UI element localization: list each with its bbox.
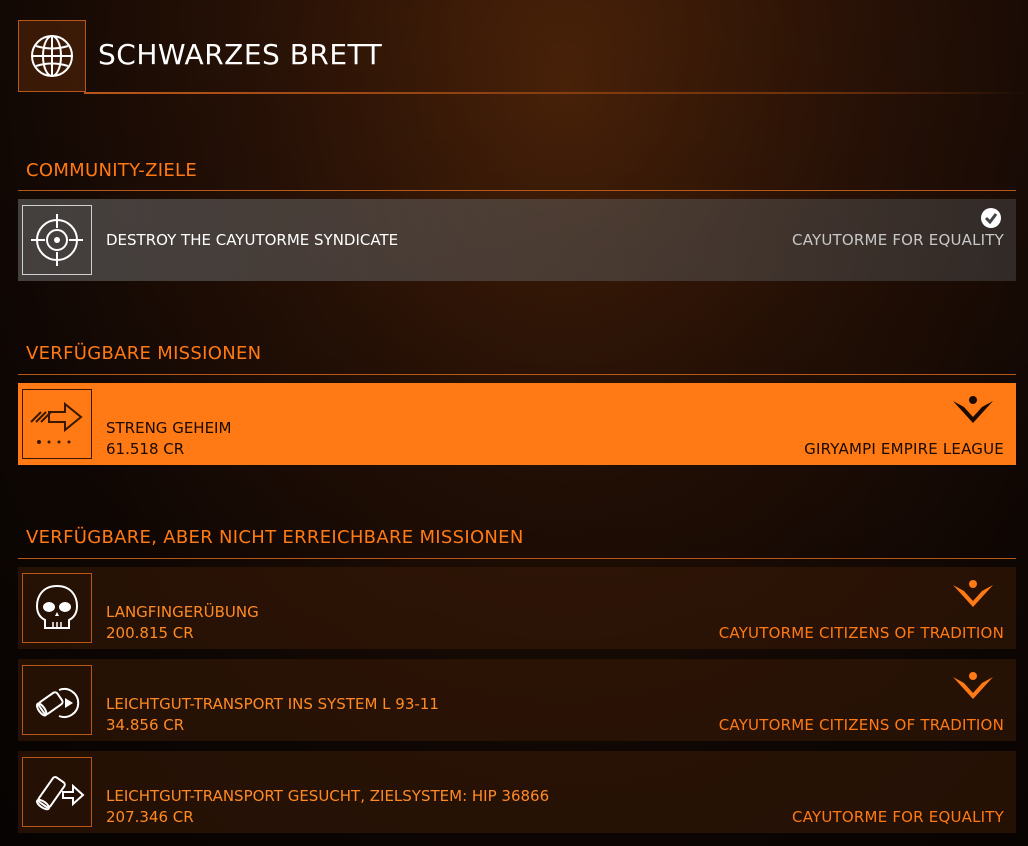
empire-icon — [952, 577, 994, 613]
mission-reward: 61.518 CR — [106, 440, 185, 458]
mission-faction: GIRYAMPI EMPIRE LEAGUE — [804, 440, 1004, 458]
mission-name: LEICHTGUT-TRANSPORT INS SYSTEM L 93-11 — [106, 695, 439, 713]
cargo-icon — [22, 665, 92, 735]
globe-icon — [18, 20, 86, 92]
page-title: SCHWARZES BRETT — [98, 38, 383, 71]
mission-faction: CAYUTORME CITIZENS OF TRADITION — [718, 624, 1004, 642]
mission-row[interactable]: LEICHTGUT-TRANSPORT GESUCHT, ZIELSYSTEM:… — [18, 751, 1016, 833]
empire-icon — [952, 669, 994, 705]
cargo-icon — [22, 757, 92, 827]
community-goal-faction: CAYUTORME FOR EQUALITY — [792, 231, 1004, 249]
check-icon — [980, 207, 1002, 233]
community-goal-name: DESTROY THE CAYUTORME SYNDICATE — [106, 231, 399, 249]
section-title-unreachable: VERFÜGBARE, ABER NICHT ERREICHBARE MISSI… — [26, 527, 524, 548]
mission-row[interactable]: LEICHTGUT-TRANSPORT INS SYSTEM L 93-11 3… — [18, 659, 1016, 741]
skull-icon — [22, 573, 92, 643]
section-title-community: COMMUNITY-ZIELE — [26, 160, 198, 181]
mission-faction: CAYUTORME FOR EQUALITY — [792, 808, 1004, 826]
mission-row[interactable]: LANGFINGERÜBUNG 200.815 CR CAYUTORME CIT… — [18, 567, 1016, 649]
section-divider — [18, 558, 1016, 559]
crosshair-icon — [22, 205, 92, 275]
mission-faction: CAYUTORME CITIZENS OF TRADITION — [718, 716, 1004, 734]
arrow-icon — [22, 389, 92, 459]
empire-icon — [952, 393, 994, 429]
page-header: SCHWARZES BRETT — [18, 20, 1028, 98]
mission-row[interactable]: STRENG GEHEIM 61.518 CR GIRYAMPI EMPIRE … — [18, 383, 1016, 465]
section-title-available: VERFÜGBARE MISSIONEN — [26, 343, 262, 364]
mission-reward: 200.815 CR — [106, 624, 194, 642]
section-divider — [18, 190, 1016, 191]
mission-reward: 34.856 CR — [106, 716, 185, 734]
mission-reward: 207.346 CR — [106, 808, 194, 826]
header-divider — [84, 92, 1028, 94]
community-goal-row[interactable]: DESTROY THE CAYUTORME SYNDICATE CAYUTORM… — [18, 199, 1016, 281]
mission-name: LANGFINGERÜBUNG — [106, 603, 259, 621]
section-divider — [18, 374, 1016, 375]
mission-name: LEICHTGUT-TRANSPORT GESUCHT, ZIELSYSTEM:… — [106, 787, 550, 805]
mission-name: STRENG GEHEIM — [106, 419, 232, 437]
